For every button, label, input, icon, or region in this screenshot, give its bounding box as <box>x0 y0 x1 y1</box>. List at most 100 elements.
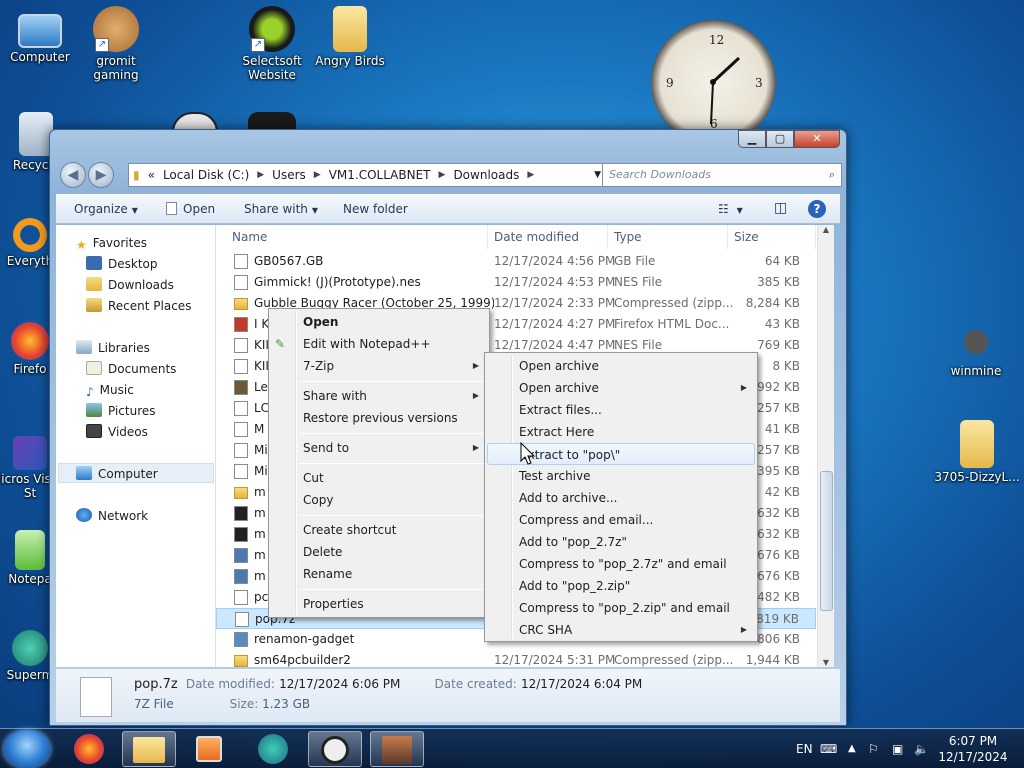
submenu-extract-here[interactable]: Extract Here <box>487 421 755 443</box>
nav-libraries[interactable]: Libraries <box>76 338 150 358</box>
nav-favorites[interactable]: ★ Favorites <box>76 233 147 253</box>
submenu-open-archive-more[interactable]: Open archive ▶ <box>487 377 755 399</box>
volume-icon[interactable]: 🔈 <box>914 729 929 768</box>
submenu-compress-7z-email[interactable]: Compress to "pop_2.7z" and email <box>487 553 755 575</box>
menu-item-send-to[interactable]: Send to ▶ <box>271 437 487 459</box>
menu-item-properties[interactable]: Properties <box>271 593 487 615</box>
taskbar-firefox[interactable] <box>62 731 116 767</box>
cell-type: Compressed (zipp... <box>614 296 734 310</box>
taskbar-explorer[interactable] <box>122 731 176 767</box>
taskbar-game[interactable] <box>370 731 424 767</box>
menu-item-rename[interactable]: Rename <box>271 563 487 585</box>
help-icon[interactable]: ? <box>808 200 826 218</box>
nav-downloads[interactable]: Downloads <box>86 275 174 295</box>
keyboard-icon[interactable]: ⌨ <box>820 729 837 768</box>
language-indicator[interactable]: EN <box>796 729 813 768</box>
desktop-icon-winmine[interactable]: winmine <box>936 322 1016 378</box>
share-with-button[interactable]: Share with ▼ <box>244 202 318 216</box>
open-label: Open <box>183 202 216 216</box>
search-icon[interactable]: ⌕ <box>829 164 835 186</box>
vertical-scrollbar[interactable]: ▲ ▼ <box>817 225 834 667</box>
menu-separator <box>299 515 485 516</box>
submenu-compress-email[interactable]: Compress and email... <box>487 509 755 531</box>
menu-item-restore-versions[interactable]: Restore previous versions <box>271 407 487 429</box>
column-header-size[interactable]: Size <box>728 225 816 249</box>
action-center-icon[interactable]: ⚐ <box>868 729 879 768</box>
search-input[interactable]: Search Downloads ⌕ <box>602 163 842 187</box>
menu-item-share-with[interactable]: Share with ▶ <box>271 385 487 407</box>
nav-computer[interactable]: Computer <box>76 464 158 484</box>
submenu-add-to-7z[interactable]: Add to "pop_2.7z" <box>487 531 755 553</box>
nav-desktop[interactable]: Desktop <box>86 254 158 274</box>
scrollbar-thumb[interactable] <box>820 471 833 611</box>
column-header-name[interactable]: Name <box>226 225 488 249</box>
address-dropdown-icon[interactable]: ▼ <box>594 170 601 180</box>
views-button[interactable]: ☷ ▼ <box>718 202 743 216</box>
submenu-extract-files[interactable]: Extract files... <box>487 399 755 421</box>
media-player-icon <box>196 736 222 762</box>
menu-item-create-shortcut[interactable]: Create shortcut <box>271 519 487 541</box>
desktop-icon-selectsoft[interactable]: ↗ Selectsoft Website <box>232 6 312 82</box>
breadcrumb-downloads[interactable]: Downloads <box>453 168 519 182</box>
forward-button[interactable]: ▶ <box>88 162 114 188</box>
preview-pane-button[interactable]: ◫ <box>774 200 787 216</box>
column-header-date[interactable]: Date modified <box>488 225 608 249</box>
nav-documents[interactable]: Documents <box>86 359 176 379</box>
column-header-type[interactable]: Type <box>608 225 728 249</box>
scroll-up-icon[interactable]: ▲ <box>818 225 834 234</box>
menu-item-open[interactable]: Open <box>271 311 487 333</box>
navigation-pane: ★ Favorites Desktop Downloads Recent Plac… <box>56 225 216 667</box>
breadcrumb-user[interactable]: VM1.COLLABNET <box>329 168 431 182</box>
minimize-button[interactable]: ▁ <box>738 130 766 148</box>
menu-item-delete[interactable]: Delete <box>271 541 487 563</box>
address-bar[interactable]: ▮ « Local Disk (C:) ▶ Users ▶ VM1.COLLABNE… <box>128 163 616 187</box>
nav-pictures[interactable]: Pictures <box>86 401 156 421</box>
desktop-icon-gromit[interactable]: ↗ gromit gaming <box>76 6 156 82</box>
chevron-right-icon[interactable]: ▶ <box>257 170 264 180</box>
search-placeholder: Search Downloads <box>609 168 711 181</box>
nav-recent-places[interactable]: Recent Places <box>86 296 191 316</box>
menu-item-edit-notepad[interactable]: ✎ Edit with Notepad++ <box>271 333 487 355</box>
breadcrumb-overflow[interactable]: « <box>148 168 155 182</box>
maximize-button[interactable]: ▢ <box>766 130 794 148</box>
organize-button[interactable]: Organize ▼ <box>74 202 138 216</box>
network-tray-icon[interactable]: ▣ <box>892 729 903 768</box>
menu-item-copy[interactable]: Copy <box>271 489 487 511</box>
desktop-icon-angry-birds[interactable]: Angry Birds <box>310 6 390 68</box>
start-button[interactable] <box>4 730 50 768</box>
table-row[interactable]: sm64pcbuilder2 12/17/2024 5:31 PM Compress… <box>216 650 816 667</box>
chevron-right-icon[interactable]: ▶ <box>314 170 321 180</box>
table-row[interactable]: Gimmick! (J)(Prototype).nes 12/17/2024 4:… <box>216 272 816 293</box>
submenu-open-archive[interactable]: Open archive <box>487 355 755 377</box>
new-folder-button[interactable]: New folder <box>343 202 408 216</box>
breadcrumb-local-disk[interactable]: Local Disk (C:) <box>163 168 249 182</box>
submenu-add-to-archive[interactable]: Add to archive... <box>487 487 755 509</box>
desktop-icon-computer[interactable]: Computer <box>0 8 80 64</box>
nav-videos[interactable]: Videos <box>86 422 148 442</box>
desktop-icon-dizzy[interactable]: 3705-DizzyL... <box>934 420 1020 484</box>
close-button[interactable]: ✕ <box>794 130 840 148</box>
file-icon <box>166 202 177 215</box>
submenu-add-to-zip[interactable]: Add to "pop_2.zip" <box>487 575 755 597</box>
chevron-right-icon[interactable]: ▶ <box>439 170 446 180</box>
menu-item-cut[interactable]: Cut <box>271 467 487 489</box>
submenu-crc-sha[interactable]: CRC SHA ▶ <box>487 619 755 641</box>
back-button[interactable]: ◀ <box>60 162 86 188</box>
file-icon <box>234 275 248 290</box>
breadcrumb-users[interactable]: Users <box>272 168 306 182</box>
nav-music[interactable]: ♪ Music <box>86 380 134 400</box>
table-row[interactable]: GB0567.GB 12/17/2024 4:56 PM GB File 64 KB <box>216 251 816 272</box>
menu-item-7zip[interactable]: 7-Zip ▶ <box>271 355 487 377</box>
nav-network[interactable]: Network <box>76 506 148 526</box>
taskbar-media-player[interactable] <box>182 731 236 767</box>
clock-gadget[interactable]: 12 3 6 9 <box>651 20 776 145</box>
submenu-compress-zip-email[interactable]: Compress to "pop_2.zip" and email <box>487 597 755 619</box>
submenu-test-archive[interactable]: Test archive <box>487 465 755 487</box>
taskbar-app[interactable] <box>246 731 300 767</box>
open-button[interactable]: Open <box>166 202 215 216</box>
taskbar-clock[interactable]: 6:07 PM 12/17/2024 <box>938 733 1008 765</box>
scroll-down-icon[interactable]: ▼ <box>818 658 834 667</box>
taskbar-ule[interactable] <box>308 731 362 767</box>
show-hidden-icons[interactable]: ▲ <box>848 729 856 768</box>
chevron-right-icon[interactable]: ▶ <box>527 170 534 180</box>
